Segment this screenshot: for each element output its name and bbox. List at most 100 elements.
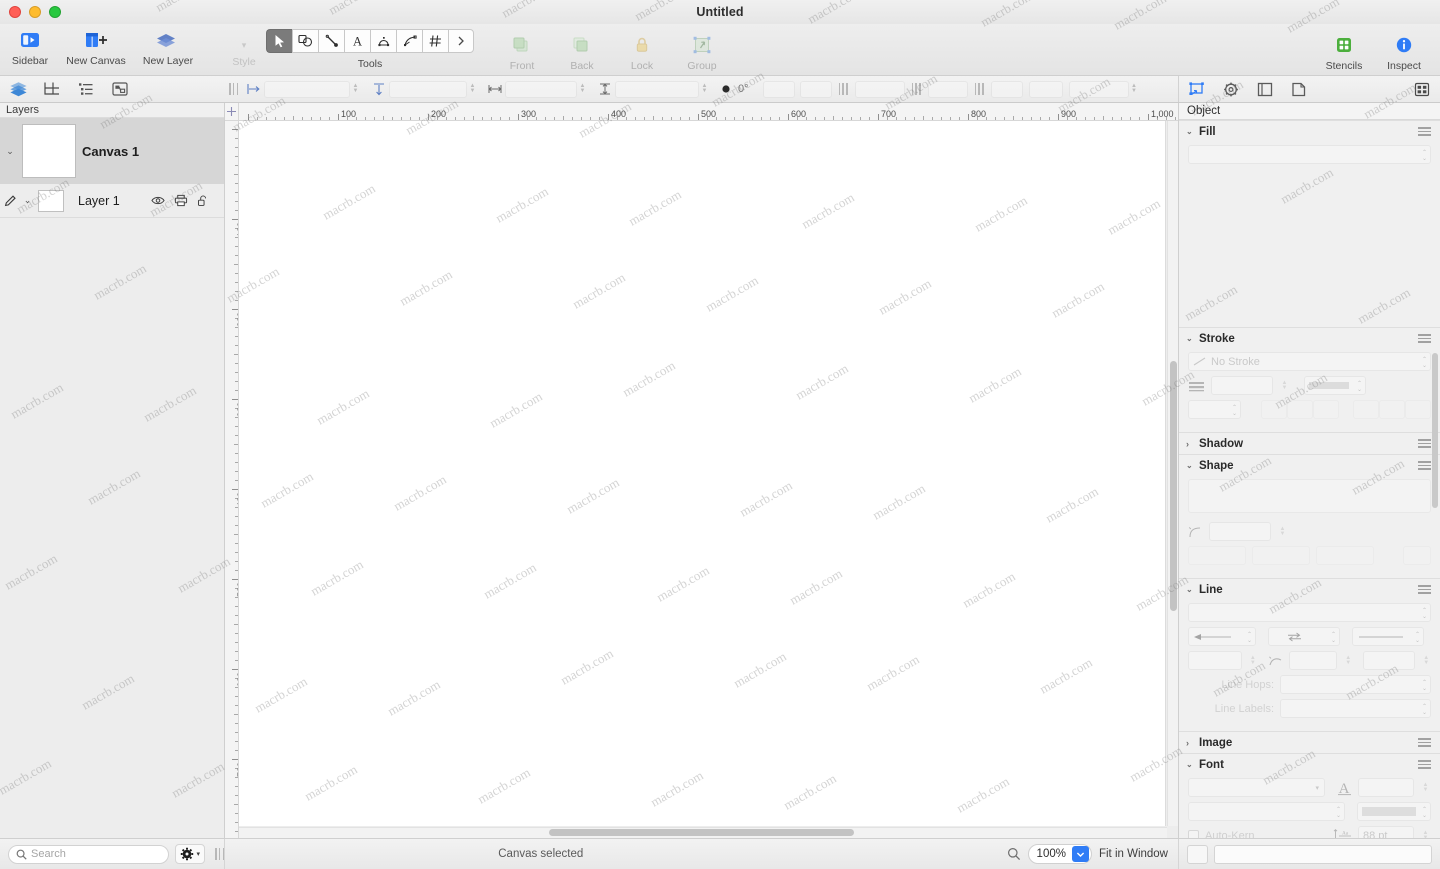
canvas-horizontal-scrollbar-track[interactable] [239, 827, 1167, 838]
line-end-size-field[interactable] [1363, 651, 1416, 670]
auto-kern-checkbox[interactable] [1188, 830, 1199, 838]
chevron-down-icon[interactable]: ⌄ [1186, 461, 1194, 470]
printer-icon[interactable] [174, 191, 188, 211]
position-x-field[interactable] [264, 80, 350, 98]
sidebar-action-menu-button[interactable]: ▾ [175, 844, 205, 864]
stroke-section-header[interactable]: ⌄ Stroke [1179, 327, 1440, 349]
corner-bevel-button[interactable] [1313, 400, 1339, 419]
font-section-header[interactable]: ⌄ Font [1179, 753, 1440, 775]
line-hops-popup[interactable] [1280, 675, 1431, 694]
stencils-button[interactable]: Stencils [1314, 29, 1374, 72]
chevron-down-icon[interactable]: ⌄ [1186, 760, 1194, 769]
lock-button[interactable]: Lock [612, 29, 672, 72]
flip-vertical-button[interactable] [799, 80, 832, 98]
image-section-menu-icon[interactable] [1418, 738, 1431, 747]
canvas-viewport[interactable] [239, 121, 1178, 838]
shape-flip-h-button[interactable] [1252, 546, 1310, 565]
corner-round-button[interactable] [1287, 400, 1313, 419]
cap-round-button[interactable] [1379, 400, 1405, 419]
lock-open-icon[interactable] [197, 191, 210, 211]
bring-front-button[interactable]: Front [492, 29, 552, 72]
position-y-field[interactable] [389, 80, 467, 98]
font-size-stepper[interactable]: ▲ ▼ [1129, 81, 1140, 98]
horizontal-ruler[interactable]: 100 200 300 400 500 600 700 800 900 1,000 [239, 103, 1178, 121]
shape-duplicate-button[interactable] [1403, 546, 1431, 565]
tool-freeform-shape[interactable] [370, 29, 396, 53]
outline-list-icon[interactable] [76, 79, 96, 99]
stroke-picker[interactable] [927, 80, 968, 98]
stroke-width-stepper[interactable]: ▲ ▼ [1279, 377, 1290, 394]
line-start-size-stepper[interactable]: ▲ ▼ [1248, 652, 1258, 669]
inspector-add-button[interactable] [1187, 844, 1208, 864]
line-labels-popup[interactable] [1280, 699, 1431, 718]
ruler-origin-button[interactable] [225, 103, 239, 121]
tool-grid[interactable] [422, 29, 448, 53]
stroke-dash-popup[interactable] [1304, 376, 1366, 395]
inspector-scrollbar-thumb[interactable] [1432, 353, 1438, 508]
image-section-header[interactable]: › Image [1179, 731, 1440, 753]
zoom-popup-button[interactable] [1071, 846, 1089, 862]
group-button[interactable]: Group [672, 29, 732, 72]
stroke-width-field[interactable] [1211, 376, 1273, 395]
corner-radius-stepper[interactable]: ▲ ▼ [1277, 523, 1288, 540]
cap-square-button[interactable] [1405, 400, 1431, 419]
line-curve-field[interactable] [1288, 651, 1338, 670]
canvas-frame-icon[interactable] [42, 79, 62, 99]
pencil-edit-icon[interactable] [4, 191, 17, 211]
canvas-horizontal-scrollbar-thumb[interactable] [549, 829, 854, 836]
style-button[interactable]: ▾ Style [222, 31, 266, 68]
fit-in-window-button[interactable]: Fit in Window [1099, 848, 1168, 860]
line-end-arrow-popup[interactable] [1352, 627, 1424, 646]
chevron-right-icon[interactable]: › [1186, 738, 1194, 748]
font-family-popup[interactable]: ▾ [1188, 778, 1325, 797]
inspector-style-field[interactable] [1214, 844, 1432, 864]
corner-sharp-button[interactable] [1261, 400, 1287, 419]
canvas-inspector-icon[interactable] [1255, 79, 1275, 99]
line-start-size-field[interactable] [1188, 651, 1242, 670]
position-y-stepper[interactable]: ▲ ▼ [467, 81, 478, 98]
shadow-section-menu-icon[interactable] [1418, 439, 1431, 448]
tool-line[interactable] [318, 29, 344, 53]
flip-horizontal-button[interactable] [762, 80, 795, 98]
sidebar-toggle-button[interactable]: Sidebar [0, 24, 60, 67]
document-inspector-icon[interactable] [1289, 79, 1309, 99]
text-align-picker[interactable] [1028, 80, 1063, 98]
layer-list-item[interactable]: ⌄ Layer 1 [0, 184, 224, 218]
line-spacing-field[interactable]: 88 pt [1358, 826, 1414, 838]
new-layer-button[interactable]: New Layer [132, 24, 204, 67]
line-swap-arrows-button[interactable] [1268, 627, 1340, 646]
fill-section-header[interactable]: ⌄ Fill [1179, 120, 1440, 142]
line-end-size-stepper[interactable]: ▲ ▼ [1421, 652, 1431, 669]
chevron-right-icon[interactable]: › [1186, 439, 1194, 449]
sidebar-resize-grip[interactable] [215, 848, 224, 860]
width-stepper[interactable]: ▲ ▼ [577, 81, 588, 98]
canvas-vertical-scrollbar-track[interactable] [1167, 121, 1178, 826]
fill-type-popup[interactable] [1188, 145, 1431, 164]
chevron-down-icon[interactable]: ⌄ [1186, 127, 1194, 136]
chevron-down-icon[interactable]: ⌄ [1186, 334, 1194, 343]
font-size-field[interactable] [1068, 80, 1129, 98]
canvas-sheet[interactable] [239, 121, 1166, 826]
toolbar-grip-4[interactable] [974, 83, 984, 95]
line-spacing-stepper[interactable]: ▲ ▼ [1420, 827, 1431, 839]
height-field[interactable] [615, 80, 699, 98]
shared-layers-icon[interactable] [110, 79, 130, 99]
text-style-picker[interactable] [990, 80, 1023, 98]
shape-picker[interactable] [854, 80, 905, 98]
stroke-section-menu-icon[interactable] [1418, 334, 1431, 343]
tool-text[interactable]: A [344, 29, 370, 53]
font-section-menu-icon[interactable] [1418, 760, 1431, 769]
stroke-type-popup[interactable]: No Stroke [1188, 352, 1431, 371]
search-input[interactable]: Search [8, 844, 170, 864]
line-start-arrow-popup[interactable] [1188, 627, 1256, 646]
font-style-popup[interactable] [1188, 802, 1345, 821]
corner-radius-field[interactable] [1209, 522, 1271, 541]
chevron-down-icon[interactable]: ⌄ [1186, 585, 1194, 594]
toolbar-grip-1[interactable] [229, 83, 238, 95]
font-size-field[interactable] [1358, 778, 1414, 797]
inspector-scroll-area[interactable]: ⌄ Fill ⌄ Stroke [1179, 120, 1440, 838]
shape-section-header[interactable]: ⌄ Shape [1179, 454, 1440, 476]
properties-gear-icon[interactable] [1221, 79, 1241, 99]
canvas-list-item[interactable]: ⌄ Canvas 1 [0, 118, 224, 184]
width-field[interactable] [505, 80, 577, 98]
